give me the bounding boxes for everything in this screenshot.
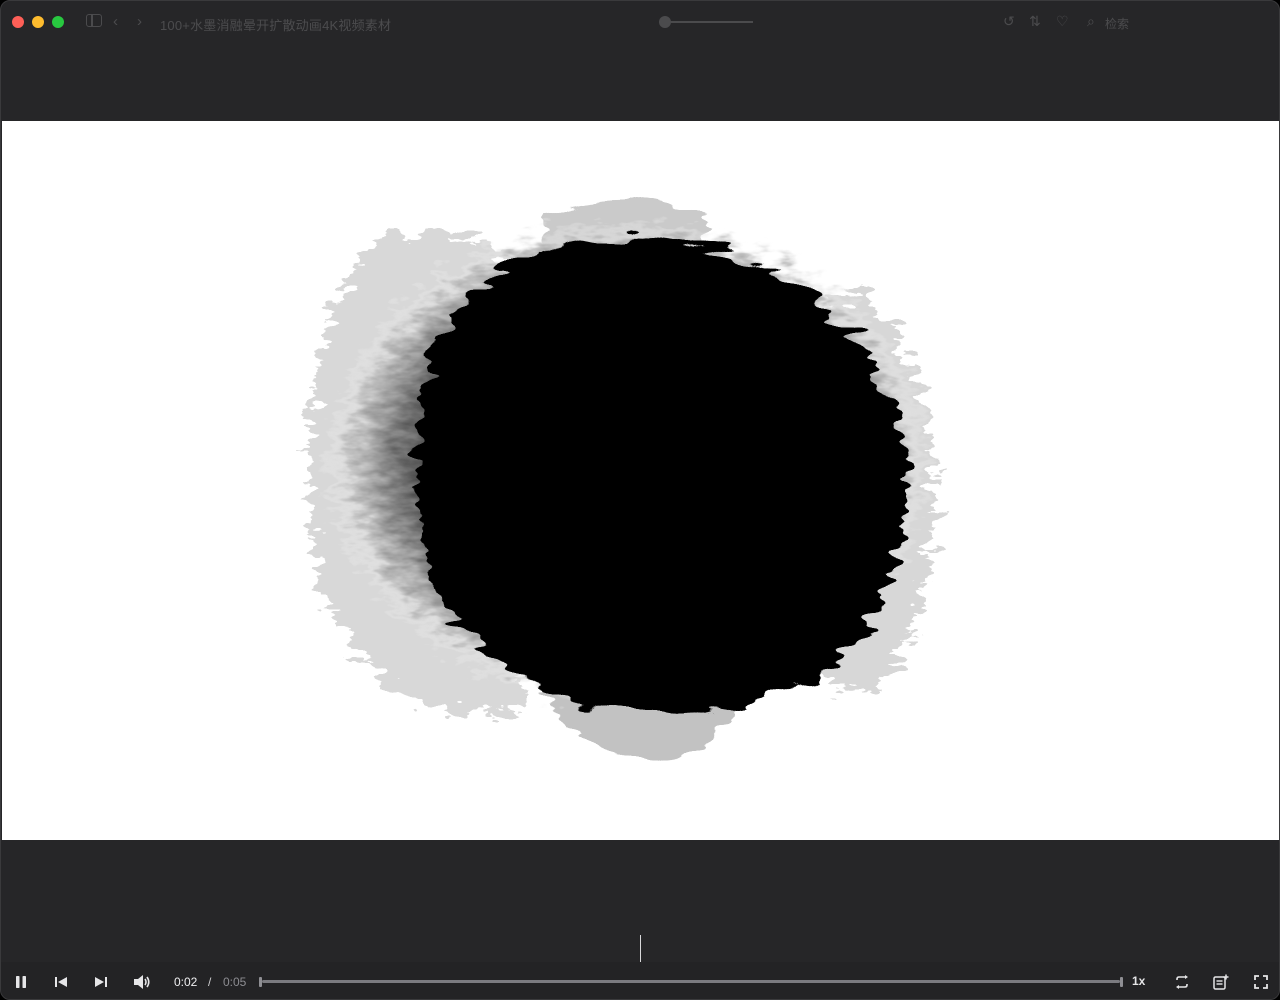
ink-core-inner	[422, 281, 862, 671]
pause-button[interactable]	[11, 972, 31, 992]
next-button[interactable]	[91, 972, 111, 992]
playback-controls: 0:02 / 0:05 1x	[1, 962, 1279, 999]
total-time: 0:05	[223, 975, 247, 989]
player-window: ‹ › 100+水墨消融晕开扩散动画4K视频素材 ↺ ⇅ ♡ ⌕ 检索 0:02…	[0, 0, 1280, 1000]
current-time: 0:02	[174, 975, 198, 989]
rotate-icon[interactable]: ↺	[1003, 13, 1015, 30]
close-window-button[interactable]	[12, 16, 24, 28]
sidebar-toggle-icon[interactable]	[86, 14, 102, 27]
ink-splash-image	[308, 197, 935, 761]
mini-scrubber[interactable]	[659, 16, 755, 28]
fullscreen-button[interactable]	[1251, 972, 1271, 992]
timeline-scrubber[interactable]	[259, 977, 1123, 987]
window-title: 100+水墨消融晕开扩散动画4K视频素材	[160, 18, 392, 33]
pause-icon	[16, 976, 26, 988]
forward-icon[interactable]: ›	[137, 13, 142, 30]
fullscreen-icon	[1254, 975, 1268, 989]
mini-scrubber-line	[671, 21, 753, 23]
share-icon[interactable]: ♡	[1056, 13, 1069, 30]
search-label[interactable]: 检索	[1105, 15, 1129, 32]
previous-button[interactable]	[51, 972, 71, 992]
back-icon[interactable]: ‹	[113, 13, 118, 30]
minimize-window-button[interactable]	[32, 16, 44, 28]
previous-icon	[55, 977, 67, 987]
timeline-track[interactable]	[262, 980, 1120, 983]
timeline-end-handle[interactable]	[1120, 977, 1123, 987]
playlist-add-icon	[1213, 974, 1229, 990]
maximize-window-button[interactable]	[52, 16, 64, 28]
search-icon[interactable]: ⌕	[1087, 13, 1095, 30]
mini-scrubber-knob[interactable]	[659, 16, 671, 28]
playlist-add-button[interactable]	[1211, 972, 1231, 992]
loop-icon	[1176, 975, 1188, 989]
time-separator: /	[208, 975, 212, 989]
trim-icon[interactable]: ⇅	[1029, 13, 1041, 30]
video-frame[interactable]	[2, 121, 1279, 840]
window-controls	[12, 16, 64, 28]
next-icon	[95, 977, 107, 987]
loop-button[interactable]	[1172, 972, 1192, 992]
playback-speed-button[interactable]: 1x	[1132, 974, 1145, 988]
volume-button[interactable]	[131, 972, 153, 992]
title-bar: ‹ › 100+水墨消融晕开扩散动画4K视频素材 ↺ ⇅ ♡ ⌕ 检索	[1, 1, 1279, 43]
volume-icon	[134, 975, 150, 989]
